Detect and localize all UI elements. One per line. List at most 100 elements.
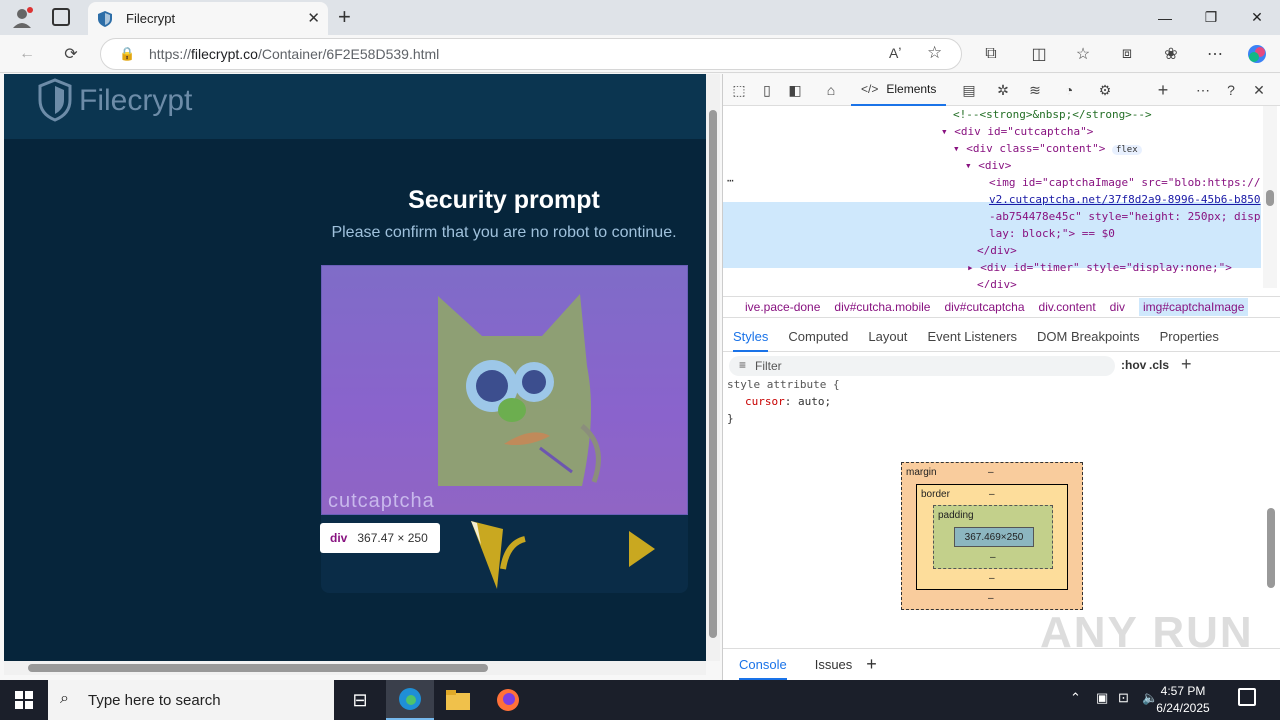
new-rule-icon[interactable]: + (1181, 354, 1192, 375)
profile-icon[interactable] (10, 6, 34, 30)
page-horizontal-scrollbar[interactable] (4, 661, 706, 675)
breadcrumb-item[interactable]: ive.pace-done (745, 300, 820, 314)
page-vertical-scrollbar[interactable] (706, 74, 720, 661)
dom-line[interactable]: <!--<strong>&nbsp;</strong>--> (953, 106, 1152, 123)
bug-icon[interactable]: ✲ (993, 80, 1013, 100)
dom-line[interactable]: </div> (977, 242, 1017, 259)
active-tab[interactable]: Filecrypt ✕ (88, 2, 328, 35)
breadcrumb-item[interactable]: div#cutcaptcha (944, 300, 1024, 314)
tab-styles[interactable]: Styles (733, 321, 769, 352)
tray-app-icon[interactable]: ▣ (1096, 690, 1108, 706)
logo-text[interactable]: Filecrypt (79, 84, 192, 118)
close-tab-icon[interactable]: ✕ (307, 9, 320, 27)
style-rule[interactable]: style attribute { cursor: auto; } (727, 376, 1257, 427)
dom-line[interactable]: ▾ <div> (965, 157, 1011, 174)
firefox-icon[interactable] (484, 680, 532, 720)
node-actions-icon[interactable]: ⋯ (727, 172, 734, 189)
refresh-icon[interactable]: ⟳ (60, 43, 82, 65)
border-top-value: – (989, 489, 995, 500)
tab-layout[interactable]: Layout (868, 329, 907, 344)
puzzle-piece-icon[interactable] (467, 519, 529, 589)
style-value[interactable]: auto; (798, 395, 831, 408)
tab-issues[interactable]: Issues (815, 657, 853, 672)
page-vscroll-thumb[interactable] (709, 110, 717, 638)
tab-elements[interactable]: </> Elements (851, 74, 946, 106)
file-explorer-icon[interactable] (434, 680, 482, 720)
next-arrow-icon[interactable] (627, 529, 657, 569)
filter-icon: ≡ (739, 358, 747, 372)
task-view-icon[interactable]: ⊟ (336, 680, 384, 720)
flex-badge[interactable]: flex (1111, 145, 1142, 155)
hov-toggle[interactable]: :hov (1121, 358, 1146, 372)
code-icon: </> (861, 82, 879, 96)
search-icon: ⌕ (60, 690, 69, 707)
minimize-icon[interactable]: — (1142, 0, 1188, 35)
dom-scroll-thumb[interactable] (1266, 190, 1274, 206)
inspect-icon[interactable]: ⬚ (729, 80, 749, 100)
tab-properties[interactable]: Properties (1160, 329, 1219, 344)
page-hscroll-thumb[interactable] (28, 664, 488, 672)
prompt-subtitle: Please confirm that you are no robot to … (331, 224, 677, 241)
close-devtools-icon[interactable]: ✕ (1249, 80, 1269, 100)
taskbar-search[interactable]: ⌕ Type here to search (48, 680, 334, 720)
help-icon[interactable]: ? (1221, 80, 1241, 100)
dom-line-selected[interactable]: v2.cutcaptcha.net/37f8d2a9-8996-45b6-b85… (989, 191, 1261, 208)
console-icon[interactable]: ▤ (959, 80, 979, 100)
dom-line[interactable]: </div> (977, 276, 1017, 288)
cls-toggle[interactable]: .cls (1149, 358, 1169, 372)
breadcrumb-item-selected[interactable]: img#captchaImage (1139, 298, 1249, 316)
welcome-home-icon[interactable]: ⌂ (821, 80, 841, 100)
edge-app-icon[interactable] (386, 680, 434, 720)
styles-scrollbar[interactable] (1265, 358, 1277, 638)
favorites-icon[interactable]: ☆ (1072, 43, 1094, 65)
breadcrumb-item[interactable]: div.content (1039, 300, 1096, 314)
taskbar-clock[interactable]: 4:57 PM 6/24/2025 (1138, 683, 1228, 717)
wifi-icon[interactable]: ≋ (1025, 80, 1045, 100)
lock-icon[interactable]: 🔒 (119, 46, 135, 62)
styles-scroll-thumb[interactable] (1267, 508, 1275, 588)
tab-computed[interactable]: Computed (788, 329, 848, 344)
dom-line[interactable]: ▸ <div id="timer" style="display:none;"> (967, 259, 1232, 276)
tab-dom-breakpoints[interactable]: DOM Breakpoints (1037, 329, 1140, 344)
add-drawer-tab-icon[interactable]: + (866, 654, 877, 675)
more-tools-icon[interactable]: ⋯ (1193, 80, 1213, 100)
dom-line-selected[interactable]: <img id="captchaImage" src="blob:https:/… (989, 174, 1261, 191)
maximize-icon[interactable]: ❐ (1188, 0, 1234, 35)
dom-line-selected[interactable]: lay: block;"> == $0 (989, 225, 1115, 242)
dom-tree-scrollbar[interactable] (1263, 106, 1277, 288)
notification-icon[interactable] (1238, 688, 1256, 706)
more-menu-icon[interactable]: ⋯ (1204, 43, 1226, 65)
new-tab-button[interactable]: + (338, 4, 351, 30)
style-prop[interactable]: cursor (745, 395, 785, 408)
tooltip-size: 367.47 × 250 (357, 531, 428, 545)
windows-start-icon[interactable] (0, 680, 48, 720)
breadcrumb-item[interactable]: div#cutcha.mobile (834, 300, 930, 314)
dom-line-selected[interactable]: -ab754478e45c" style="height: 250px; dis… (989, 208, 1261, 225)
tab-actions-icon[interactable] (52, 8, 70, 26)
tray-chevron-icon[interactable]: ⌃ (1070, 690, 1081, 706)
performance-gauge-icon[interactable]: ◔ (1059, 80, 1079, 100)
extensions-icon[interactable]: ⧉ (980, 43, 1002, 65)
favorite-star-icon[interactable]: ☆ (927, 43, 942, 63)
back-icon[interactable]: ← (16, 43, 38, 65)
settings-gear-icon[interactable]: ⚙ (1095, 80, 1115, 100)
network-icon[interactable]: ⊡ (1118, 690, 1129, 706)
tab-console[interactable]: Console (739, 649, 787, 680)
box-model-content: 367.469×250 (954, 527, 1034, 547)
dock-side-icon[interactable]: ◧ (785, 80, 805, 100)
styles-filter-input[interactable]: ≡ Filter (729, 356, 1115, 376)
device-toolbar-icon[interactable]: ▯ (757, 80, 777, 100)
captcha-image[interactable]: cutcaptcha (321, 265, 688, 515)
copilot-icon[interactable] (1246, 43, 1268, 65)
dom-line[interactable]: ▾ <div id="cutcaptcha"> (941, 123, 1093, 140)
collections-icon[interactable]: ⧈ (1116, 43, 1138, 65)
tab-event-listeners[interactable]: Event Listeners (927, 329, 1017, 344)
performance-icon[interactable]: ❀ (1160, 43, 1182, 65)
add-tool-icon[interactable]: + (1153, 80, 1173, 100)
address-bar[interactable]: 🔒 https://filecrypt.co/Container/6F2E58D… (100, 38, 962, 70)
split-screen-icon[interactable]: ◫ (1028, 43, 1050, 65)
breadcrumb-item[interactable]: div (1110, 300, 1125, 314)
close-window-icon[interactable]: ✕ (1234, 0, 1280, 35)
read-aloud-icon[interactable]: Aʼ (889, 45, 901, 61)
dom-tree[interactable]: <!--<strong>&nbsp;</strong>--> ▾ <div id… (723, 106, 1263, 288)
